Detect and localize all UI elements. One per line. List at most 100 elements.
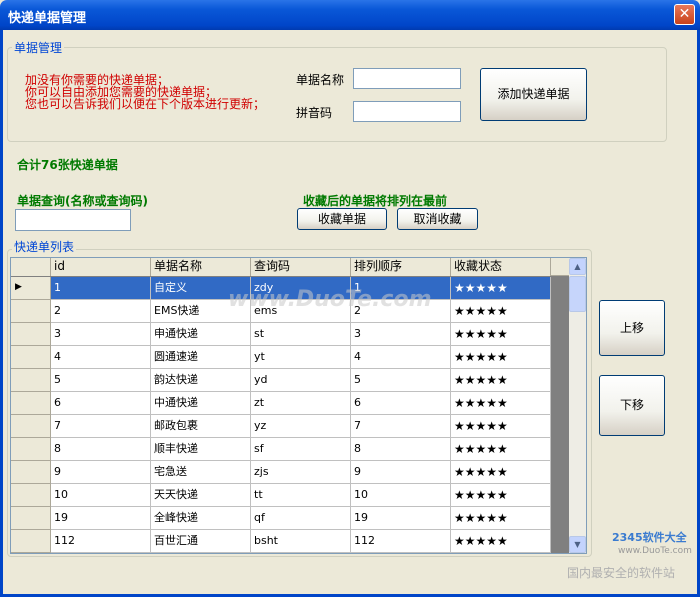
row-header[interactable] xyxy=(11,438,51,461)
watermark-corner-3: 国内最安全的软件站 xyxy=(567,566,676,580)
cell-order[interactable]: 8 xyxy=(351,438,451,461)
cell-name[interactable]: 中通快递 xyxy=(151,392,251,415)
favorite-button[interactable]: 收藏单据 xyxy=(297,208,387,230)
row-header[interactable] xyxy=(11,415,51,438)
row-header[interactable] xyxy=(11,507,51,530)
cell-order[interactable]: 3 xyxy=(351,323,451,346)
name-input[interactable] xyxy=(353,68,461,89)
list-group-label: 快递单列表 xyxy=(12,238,77,255)
cell-order[interactable]: 7 xyxy=(351,415,451,438)
cell-order[interactable]: 5 xyxy=(351,369,451,392)
pinyin-label: 拼音码 xyxy=(296,106,333,120)
cell-code[interactable]: zjs xyxy=(251,461,351,484)
cell-order[interactable]: 19 xyxy=(351,507,451,530)
cell-name[interactable]: 圆通速递 xyxy=(151,346,251,369)
move-down-label: 下移 xyxy=(619,398,644,412)
cell-name[interactable]: 韵达快递 xyxy=(151,369,251,392)
scroll-down-icon[interactable]: ▼ xyxy=(569,536,586,553)
cell-code[interactable]: zt xyxy=(251,392,351,415)
cell-id[interactable]: 4 xyxy=(51,346,151,369)
cell-name[interactable]: 天天快递 xyxy=(151,484,251,507)
cell-code[interactable]: yt xyxy=(251,346,351,369)
cell-fav[interactable]: ★★★★★ xyxy=(451,346,551,369)
row-header[interactable] xyxy=(11,346,51,369)
cell-fav[interactable]: ★★★★★ xyxy=(451,392,551,415)
move-up-button[interactable]: 上移 xyxy=(599,300,665,356)
cell-fav[interactable]: ★★★★★ xyxy=(451,530,551,553)
cell-name[interactable]: 邮政包裹 xyxy=(151,415,251,438)
cell-id[interactable]: 19 xyxy=(51,507,151,530)
cell-order[interactable]: 6 xyxy=(351,392,451,415)
cell-name[interactable]: 申通快递 xyxy=(151,323,251,346)
manage-group-label: 单据管理 xyxy=(12,39,65,56)
total-count: 合计76张快递单据 xyxy=(17,158,118,172)
move-down-button[interactable]: 下移 xyxy=(599,375,665,436)
add-waybill-button[interactable]: 添加快递单据 xyxy=(480,68,587,121)
cell-id[interactable]: 8 xyxy=(51,438,151,461)
cell-id[interactable]: 9 xyxy=(51,461,151,484)
watermark-corner-2: www.DuoTe.com xyxy=(618,546,692,556)
unfavorite-button[interactable]: 取消收藏 xyxy=(397,208,478,230)
cell-order[interactable]: 10 xyxy=(351,484,451,507)
cell-code[interactable]: sf xyxy=(251,438,351,461)
close-button[interactable]: ✕ xyxy=(674,4,695,25)
cell-id[interactable]: 112 xyxy=(51,530,151,553)
cell-code[interactable]: bsht xyxy=(251,530,351,553)
cell-code[interactable]: yd xyxy=(251,369,351,392)
pinyin-input[interactable] xyxy=(353,101,461,122)
cell-fav[interactable]: ★★★★★ xyxy=(451,369,551,392)
vertical-scrollbar[interactable]: ▲ ▼ xyxy=(569,258,586,553)
unfavorite-button-label: 取消收藏 xyxy=(413,212,462,226)
scroll-thumb[interactable] xyxy=(569,276,586,312)
cell-fav[interactable]: ★★★★★ xyxy=(451,415,551,438)
row-header[interactable] xyxy=(11,323,51,346)
cell-id[interactable]: 2 xyxy=(51,300,151,323)
cell-name[interactable]: 顺丰快递 xyxy=(151,438,251,461)
watermark-center: www.DuoTe.com xyxy=(228,287,432,312)
row-header[interactable] xyxy=(11,300,51,323)
title-bar: 快递单据管理 ✕ xyxy=(0,0,700,30)
cell-id[interactable]: 7 xyxy=(51,415,151,438)
cell-id[interactable]: 3 xyxy=(51,323,151,346)
window-title: 快递单据管理 xyxy=(8,11,87,26)
cell-fav[interactable]: ★★★★★ xyxy=(451,484,551,507)
column-header-id[interactable]: id xyxy=(51,258,151,276)
cell-fav[interactable]: ★★★★★ xyxy=(451,277,551,300)
cell-id[interactable]: 10 xyxy=(51,484,151,507)
query-label: 单据查询(名称或查询码) xyxy=(17,194,148,208)
column-header-code[interactable]: 查询码 xyxy=(251,258,351,276)
cell-name[interactable]: 全峰快递 xyxy=(151,507,251,530)
cell-id[interactable]: 1 xyxy=(51,277,151,300)
row-header[interactable]: ▶ xyxy=(11,277,51,300)
cell-code[interactable]: qf xyxy=(251,507,351,530)
favorite-button-label: 收藏单据 xyxy=(317,212,366,226)
column-header-order[interactable]: 排列顺序 xyxy=(351,258,451,276)
cell-fav[interactable]: ★★★★★ xyxy=(451,461,551,484)
cell-order[interactable]: 4 xyxy=(351,346,451,369)
row-header[interactable] xyxy=(11,392,51,415)
cell-id[interactable]: 5 xyxy=(51,369,151,392)
cell-code[interactable]: tt xyxy=(251,484,351,507)
favorite-note: 收藏后的单据将排列在最前 xyxy=(303,194,448,208)
cell-order[interactable]: 9 xyxy=(351,461,451,484)
grid-header: id 单据名称 查询码 排列顺序 收藏状态 xyxy=(11,258,571,276)
cell-fav[interactable]: ★★★★★ xyxy=(451,300,551,323)
cell-name[interactable]: 宅急送 xyxy=(151,461,251,484)
cell-fav[interactable]: ★★★★★ xyxy=(451,438,551,461)
cell-code[interactable]: yz xyxy=(251,415,351,438)
column-header-name[interactable]: 单据名称 xyxy=(151,258,251,276)
cell-fav[interactable]: ★★★★★ xyxy=(451,323,551,346)
cell-code[interactable]: st xyxy=(251,323,351,346)
column-header-fav[interactable]: 收藏状态 xyxy=(451,258,551,276)
add-waybill-label: 添加快递单据 xyxy=(497,87,570,101)
scroll-up-icon[interactable]: ▲ xyxy=(569,258,586,275)
cell-id[interactable]: 6 xyxy=(51,392,151,415)
row-header[interactable] xyxy=(11,461,51,484)
cell-name[interactable]: 百世汇通 xyxy=(151,530,251,553)
cell-order[interactable]: 112 xyxy=(351,530,451,553)
row-header[interactable] xyxy=(11,484,51,507)
query-input[interactable] xyxy=(15,209,131,231)
row-header[interactable] xyxy=(11,530,51,553)
cell-fav[interactable]: ★★★★★ xyxy=(451,507,551,530)
row-header[interactable] xyxy=(11,369,51,392)
